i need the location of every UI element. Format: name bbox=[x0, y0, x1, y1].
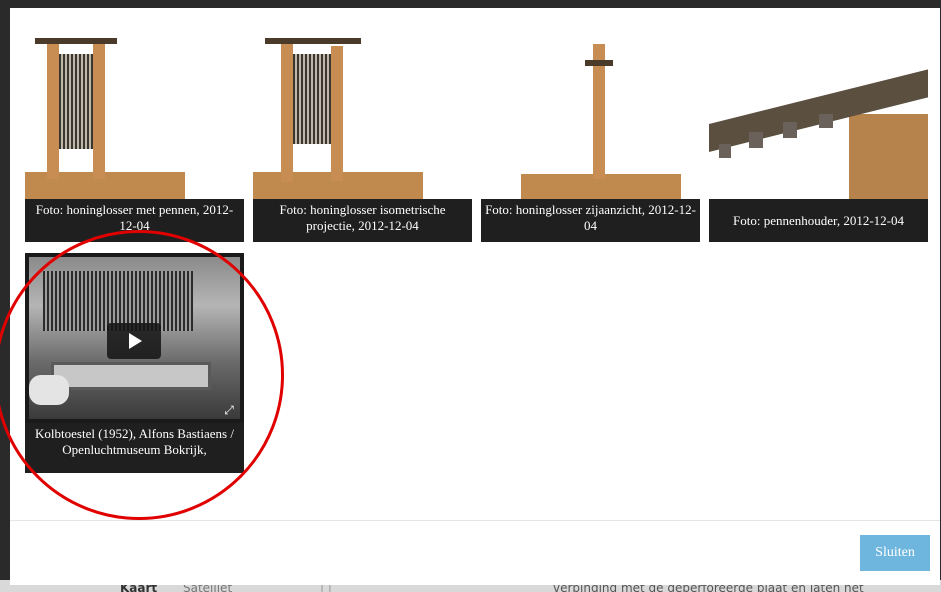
gallery-item-video[interactable]: ⤢ Kolbtoestel (1952), Alfons Bastiaens /… bbox=[25, 253, 244, 473]
decor bbox=[35, 38, 117, 44]
play-button[interactable] bbox=[107, 323, 161, 359]
fullscreen-icon[interactable]: ⤢ bbox=[222, 403, 236, 417]
decor bbox=[265, 38, 361, 44]
photo-thumbnail[interactable] bbox=[709, 24, 928, 199]
footer-divider bbox=[10, 520, 940, 521]
decor bbox=[293, 54, 331, 144]
decor bbox=[783, 122, 797, 138]
decor bbox=[719, 144, 731, 158]
play-icon bbox=[129, 333, 142, 349]
decor bbox=[51, 362, 211, 390]
decor bbox=[93, 44, 105, 179]
decor bbox=[849, 114, 928, 199]
media-gallery-modal: Foto: honinglosser met pennen, 2012-12-0… bbox=[0, 8, 940, 585]
photo-thumbnail[interactable] bbox=[25, 24, 244, 199]
decor bbox=[281, 42, 293, 182]
close-button[interactable]: Sluiten bbox=[860, 535, 930, 571]
decor bbox=[47, 44, 59, 179]
modal-body: Foto: honinglosser met pennen, 2012-12-0… bbox=[0, 8, 940, 520]
gallery-item-photo-1[interactable]: Foto: honinglosser met pennen, 2012-12-0… bbox=[25, 24, 244, 242]
decor bbox=[749, 132, 763, 148]
decor bbox=[43, 271, 193, 331]
photo-caption: Foto: honinglosser met pennen, 2012-12-0… bbox=[25, 199, 244, 242]
photo-thumbnail[interactable] bbox=[481, 24, 700, 199]
gallery-item-photo-2[interactable]: Foto: honinglosser isometrische projecti… bbox=[253, 24, 472, 242]
gallery-item-photo-3[interactable]: Foto: honinglosser zijaanzicht, 2012-12-… bbox=[481, 24, 700, 242]
decor bbox=[585, 60, 613, 66]
video-thumbnail[interactable]: ⤢ bbox=[25, 253, 244, 423]
photo-thumbnail[interactable] bbox=[253, 24, 472, 199]
photo-caption: Foto: pennenhouder, 2012-12-04 bbox=[709, 199, 928, 242]
video-caption: Kolbtoestel (1952), Alfons Bastiaens / O… bbox=[25, 423, 244, 473]
photo-caption: Foto: honinglosser zijaanzicht, 2012-12-… bbox=[481, 199, 700, 242]
gallery-item-photo-4[interactable]: Foto: pennenhouder, 2012-12-04 bbox=[709, 24, 928, 242]
photo-caption: Foto: honinglosser isometrische projecti… bbox=[253, 199, 472, 242]
decor bbox=[819, 114, 833, 128]
decor bbox=[29, 375, 69, 405]
decor bbox=[59, 54, 93, 149]
decor bbox=[331, 46, 343, 181]
